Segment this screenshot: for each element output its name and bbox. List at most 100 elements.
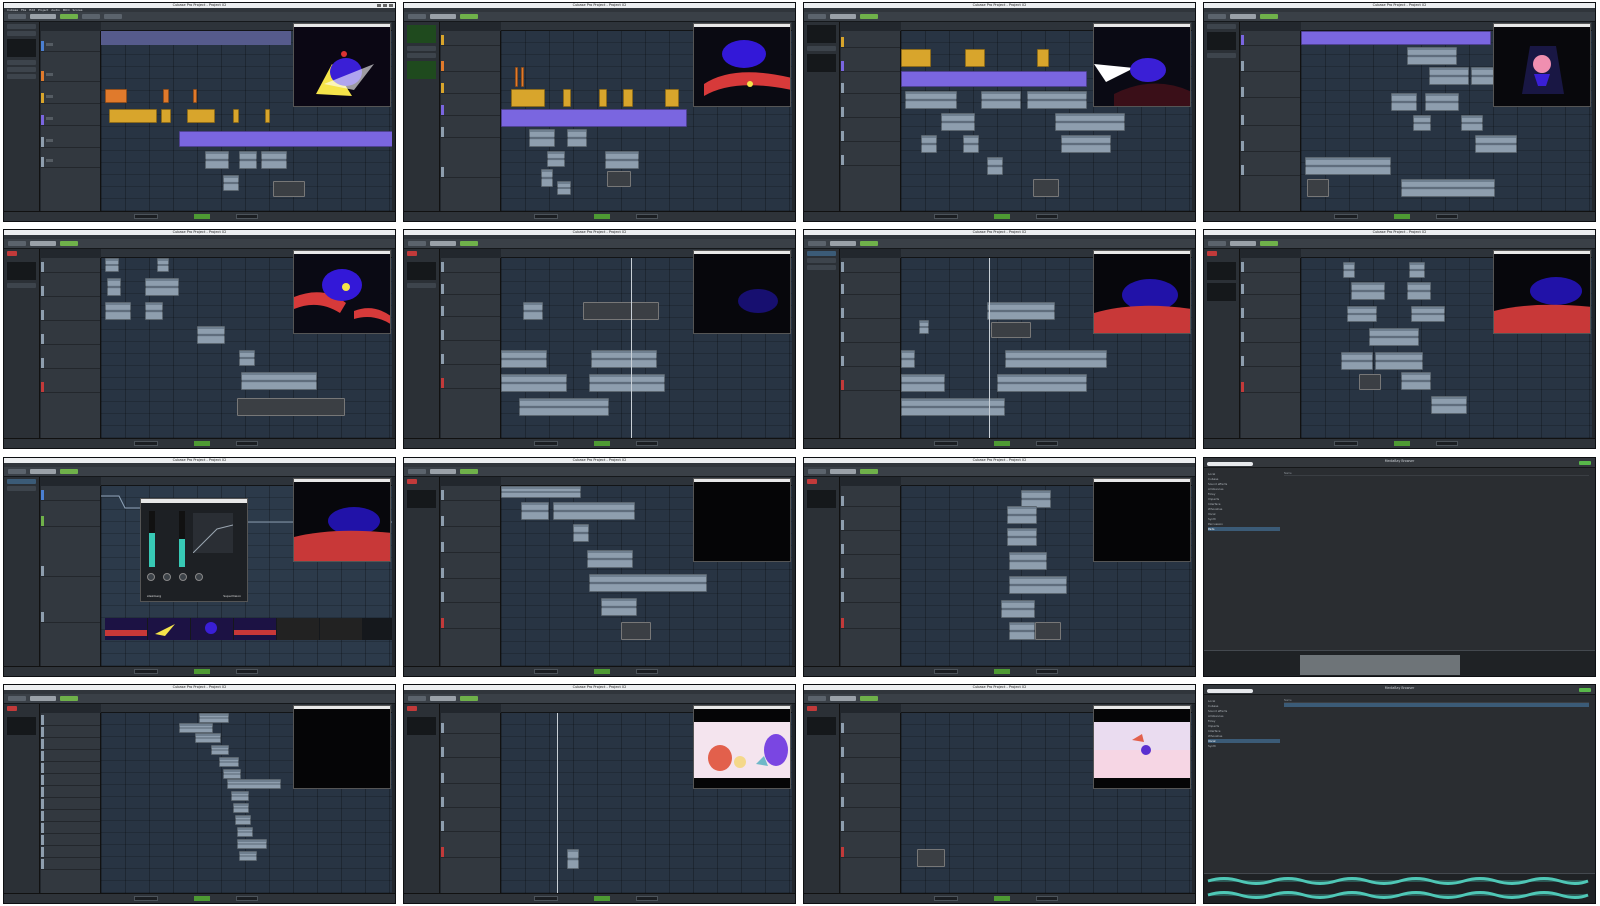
audio-event[interactable] <box>239 151 257 169</box>
audio-event[interactable] <box>1409 262 1425 279</box>
audio-event[interactable] <box>963 135 979 153</box>
track-row[interactable] <box>41 810 100 822</box>
track-row[interactable] <box>841 495 900 507</box>
audio-event-selected[interactable] <box>1033 179 1059 197</box>
compressor-graph[interactable] <box>193 512 233 553</box>
audio-event-selected[interactable] <box>273 181 305 197</box>
track-row[interactable] <box>41 93 100 104</box>
audio-event[interactable] <box>1461 115 1483 131</box>
video-player-window[interactable] <box>293 704 391 789</box>
audio-event[interactable] <box>901 374 945 393</box>
track-row[interactable] <box>841 37 900 48</box>
tree-item[interactable]: Interface <box>1208 729 1280 733</box>
midi-event[interactable] <box>161 109 171 123</box>
midi-event[interactable] <box>901 71 1087 87</box>
toolbar-button[interactable] <box>8 14 26 19</box>
audio-event-selected[interactable] <box>1359 374 1381 391</box>
inspector-field[interactable] <box>7 67 36 72</box>
midi-event[interactable] <box>563 89 571 107</box>
audio-event[interactable] <box>987 157 1003 175</box>
audio-event-selected[interactable] <box>1035 621 1061 640</box>
audio-event[interactable] <box>1009 575 1067 594</box>
inspector-field[interactable] <box>407 53 436 58</box>
video-player-window[interactable] <box>293 477 391 562</box>
track-row[interactable] <box>1241 382 1300 394</box>
audio-event[interactable] <box>157 258 169 273</box>
toolbar-button[interactable] <box>60 14 78 19</box>
track-row[interactable] <box>441 306 500 318</box>
audio-event[interactable] <box>523 302 543 321</box>
track-row[interactable] <box>841 746 900 758</box>
track-row[interactable] <box>41 738 100 750</box>
location-tree[interactable]: Local Cubase Sound effects Ambiences Fol… <box>1208 699 1280 863</box>
toolbar-button[interactable] <box>60 241 78 247</box>
audio-event[interactable] <box>1401 179 1495 197</box>
playhead-cursor[interactable] <box>989 258 990 439</box>
track-row[interactable] <box>441 489 500 501</box>
search-input[interactable] <box>1207 461 1253 466</box>
audio-event[interactable] <box>1347 306 1377 323</box>
audio-event[interactable] <box>591 350 657 369</box>
audio-event[interactable] <box>1413 115 1431 131</box>
result-row[interactable] <box>1284 488 1589 492</box>
video-player-window[interactable] <box>1093 23 1191 107</box>
audio-event[interactable] <box>1009 621 1035 640</box>
audio-event[interactable] <box>901 350 915 369</box>
audio-event[interactable] <box>1401 372 1431 391</box>
track-row[interactable] <box>841 284 900 296</box>
audio-event[interactable] <box>1471 67 1495 85</box>
threshold-knob[interactable] <box>147 572 155 581</box>
results-list[interactable]: Name <box>1284 699 1589 735</box>
midi-event[interactable] <box>515 67 518 87</box>
audio-event[interactable] <box>195 732 221 743</box>
inspector-field[interactable] <box>7 283 36 289</box>
audio-event[interactable] <box>1407 282 1431 301</box>
audio-event[interactable] <box>941 113 975 131</box>
toolbar-button[interactable] <box>808 241 826 247</box>
track-row[interactable] <box>41 515 100 527</box>
track-row[interactable] <box>841 356 900 368</box>
tree-item[interactable]: Synth <box>1208 744 1280 748</box>
audio-event[interactable] <box>1343 262 1355 279</box>
audio-event[interactable] <box>501 485 581 498</box>
audio-event[interactable] <box>1375 352 1423 371</box>
result-row[interactable] <box>1284 715 1589 719</box>
toolbar-button[interactable] <box>8 241 26 247</box>
plugin-titlebar[interactable] <box>141 498 247 503</box>
audio-event[interactable] <box>1021 489 1051 508</box>
play-button[interactable] <box>194 668 210 674</box>
audio-event[interactable] <box>1431 396 1467 415</box>
record-button[interactable] <box>407 478 417 484</box>
toolbar-button[interactable] <box>1230 14 1256 19</box>
track-row[interactable] <box>841 308 900 320</box>
toolbar-button[interactable] <box>860 695 878 701</box>
track-row[interactable] <box>41 846 100 858</box>
play-button[interactable] <box>594 668 610 674</box>
toolbar-button[interactable] <box>408 241 426 247</box>
midi-event[interactable] <box>623 89 633 107</box>
toolbar-button[interactable] <box>1208 241 1226 247</box>
audio-event-selected[interactable] <box>607 171 631 187</box>
tree-item-selected[interactable]: Pads <box>1208 526 1280 531</box>
inspector-field[interactable] <box>807 265 836 271</box>
waveform-display[interactable] <box>1300 654 1460 675</box>
track-row[interactable] <box>441 378 500 390</box>
audio-event[interactable] <box>1005 350 1107 369</box>
track-row[interactable] <box>841 380 900 392</box>
toolbar-button[interactable] <box>104 14 122 19</box>
audio-event[interactable] <box>987 302 1055 321</box>
video-player-window[interactable] <box>1093 477 1191 562</box>
play-button[interactable] <box>994 895 1010 901</box>
track-row[interactable] <box>1241 87 1300 98</box>
play-button[interactable] <box>1394 214 1410 219</box>
track-row[interactable] <box>841 567 900 579</box>
toolbar-button[interactable] <box>460 695 478 701</box>
play-button[interactable] <box>194 214 210 219</box>
track-row[interactable] <box>41 358 100 370</box>
audio-event[interactable] <box>1007 527 1037 546</box>
midi-event[interactable] <box>901 49 931 67</box>
track-row[interactable] <box>1241 332 1300 344</box>
audio-event[interactable] <box>601 597 637 616</box>
track-row[interactable] <box>841 543 900 555</box>
track-row[interactable] <box>841 61 900 72</box>
